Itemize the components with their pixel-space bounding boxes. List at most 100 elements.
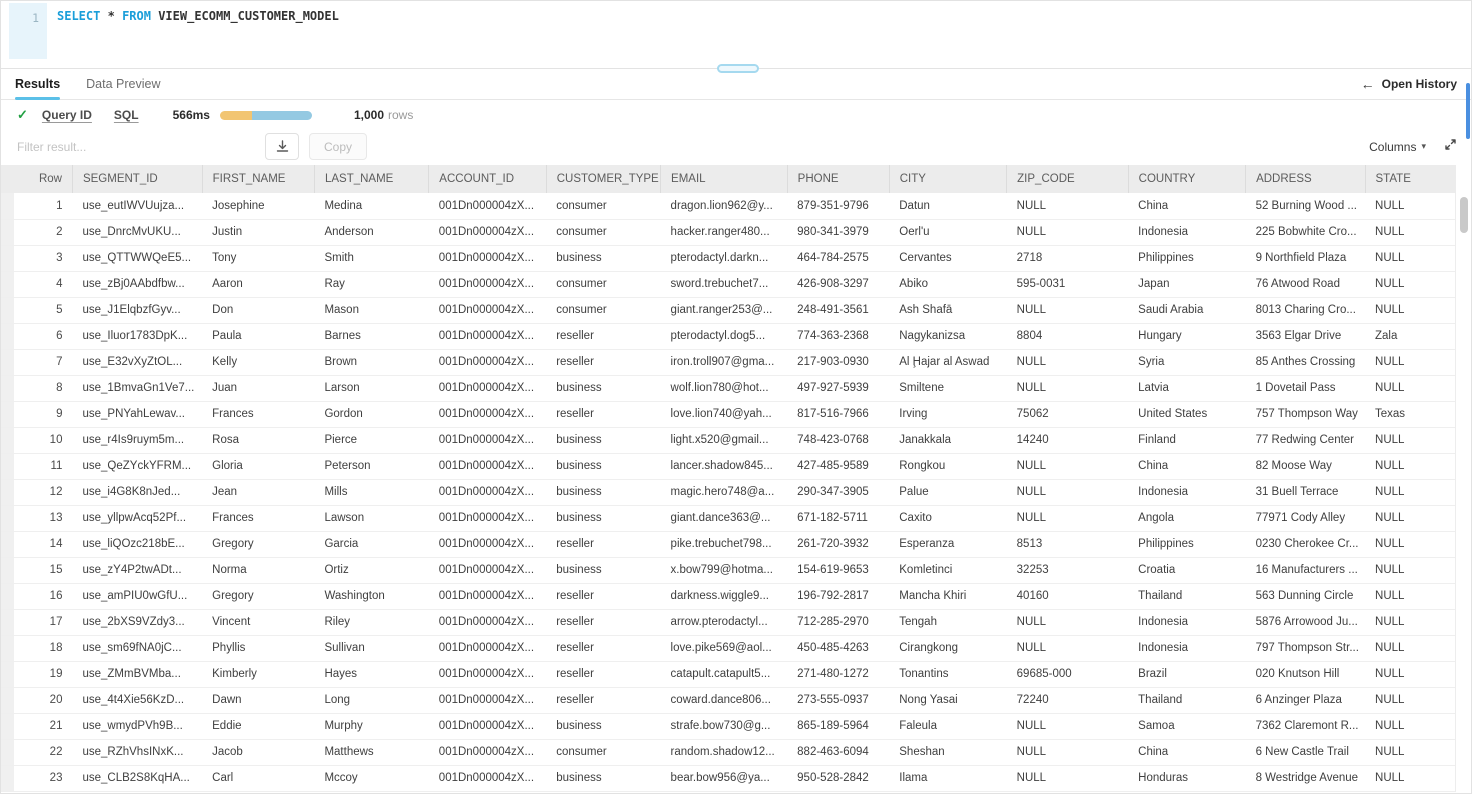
cell-country[interactable]: Syria [1128,349,1245,375]
cell-last_name[interactable]: Gordon [314,401,428,427]
cell-customer_type[interactable]: reseller [546,583,660,609]
cell-country[interactable]: China [1128,739,1245,765]
cell-customer_type[interactable]: reseller [546,687,660,713]
cell-country[interactable]: Finland [1128,427,1245,453]
cell-state[interactable]: NULL [1365,713,1456,739]
cell-zip_code[interactable]: NULL [1007,349,1129,375]
cell-address[interactable]: 563 Dunning Circle [1246,583,1365,609]
cell-customer_type[interactable]: business [546,479,660,505]
cell-first_name[interactable]: Dawn [202,687,314,713]
cell-country[interactable]: United States [1128,401,1245,427]
cell-phone[interactable]: 882-463-6094 [787,739,889,765]
cell-zip_code[interactable]: NULL [1007,479,1129,505]
cell-first_name[interactable]: Gloria [202,453,314,479]
cell-account_id[interactable]: 001Dn000004zX... [429,635,546,661]
cell-account_id[interactable]: 001Dn000004zX... [429,349,546,375]
cell-account_id[interactable]: 001Dn000004zX... [429,453,546,479]
cell-city[interactable]: Esperanza [889,531,1006,557]
cell-segment_id[interactable]: use_DnrcMvUKU... [72,219,202,245]
cell-last_name[interactable]: Riley [314,609,428,635]
cell-city[interactable]: Janakkala [889,427,1006,453]
cell-phone[interactable]: 271-480-1272 [787,661,889,687]
cell-country[interactable]: Thailand [1128,687,1245,713]
cell-customer_type[interactable]: business [546,505,660,531]
cell-zip_code[interactable]: NULL [1007,505,1129,531]
cell-state[interactable]: NULL [1365,219,1456,245]
table-row[interactable]: 11use_QeZYckYFRM...GloriaPeterson001Dn00… [1,453,1456,479]
cell-last_name[interactable]: Medina [314,193,428,219]
cell-phone[interactable]: 426-908-3297 [787,271,889,297]
cell-account_id[interactable]: 001Dn000004zX... [429,323,546,349]
cell-first_name[interactable]: Eddie [202,713,314,739]
cell-state[interactable]: NULL [1365,531,1456,557]
cell-zip_code[interactable]: NULL [1007,609,1129,635]
row-number[interactable]: 10 [1,427,72,453]
table-row[interactable]: 8use_1BmvaGn1Ve7...JuanLarson001Dn000004… [1,375,1456,401]
cell-last_name[interactable]: Washington [314,583,428,609]
cell-segment_id[interactable]: use_J1ElqbzfGyv... [72,297,202,323]
sql-editor[interactable]: 1 SELECT * FROM VIEW_ECOMM_CUSTOMER_MODE… [1,1,1471,68]
row-number[interactable]: 14 [1,531,72,557]
cell-city[interactable]: Al Ḩajar al Aswad [889,349,1006,375]
cell-phone[interactable]: 248-491-3561 [787,297,889,323]
cell-email[interactable]: sword.trebuchet7... [661,271,788,297]
cell-country[interactable]: Indonesia [1128,635,1245,661]
query-id-link[interactable]: Query ID [42,108,92,122]
cell-country[interactable]: China [1128,453,1245,479]
row-number[interactable]: 8 [1,375,72,401]
cell-email[interactable]: hacker.ranger480... [661,219,788,245]
cell-city[interactable]: Sheshan [889,739,1006,765]
cell-city[interactable]: Nong Yasai [889,687,1006,713]
cell-first_name[interactable]: Tony [202,245,314,271]
cell-first_name[interactable]: Frances [202,401,314,427]
cell-zip_code[interactable]: NULL [1007,635,1129,661]
column-header-phone[interactable]: PHONE [787,165,889,193]
cell-city[interactable]: Palue [889,479,1006,505]
cell-last_name[interactable]: Pierce [314,427,428,453]
cell-zip_code[interactable]: NULL [1007,765,1129,791]
cell-account_id[interactable]: 001Dn000004zX... [429,401,546,427]
cell-email[interactable]: giant.ranger253@... [661,297,788,323]
cell-state[interactable]: NULL [1365,765,1456,791]
column-header-country[interactable]: COUNTRY [1128,165,1245,193]
cell-city[interactable]: Mancha Khiri [889,583,1006,609]
column-header-row[interactable]: Row [1,165,72,193]
cell-state[interactable]: NULL [1365,375,1456,401]
table-row[interactable]: 4use_zBj0AAbdfbw...AaronRay001Dn000004zX… [1,271,1456,297]
row-number[interactable]: 21 [1,713,72,739]
cell-city[interactable]: Ash Shafā [889,297,1006,323]
cell-last_name[interactable]: Barnes [314,323,428,349]
cell-first_name[interactable]: Vincent [202,609,314,635]
cell-city[interactable]: Oerl'u [889,219,1006,245]
column-header-city[interactable]: CITY [889,165,1006,193]
cell-state[interactable]: NULL [1365,505,1456,531]
table-row[interactable]: 3use_QTTWWQeE5...TonySmith001Dn000004zX.… [1,245,1456,271]
open-history-button[interactable]: ← Open History [1361,76,1457,92]
cell-first_name[interactable]: Justin [202,219,314,245]
cell-account_id[interactable]: 001Dn000004zX... [429,583,546,609]
tab-data-preview[interactable]: Data Preview [86,69,160,100]
cell-email[interactable]: random.shadow12... [661,739,788,765]
download-results-button[interactable] [265,133,299,160]
cell-segment_id[interactable]: use_yllpwAcq52Pf... [72,505,202,531]
cell-account_id[interactable]: 001Dn000004zX... [429,609,546,635]
cell-address[interactable]: 5876 Arrowood Ju... [1246,609,1365,635]
cell-address[interactable]: 76 Atwood Road [1246,271,1365,297]
column-header-state[interactable]: STATE [1365,165,1456,193]
cell-last_name[interactable]: Smith [314,245,428,271]
cell-phone[interactable]: 450-485-4263 [787,635,889,661]
cell-first_name[interactable]: Kimberly [202,661,314,687]
cell-account_id[interactable]: 001Dn000004zX... [429,427,546,453]
cell-phone[interactable]: 497-927-5939 [787,375,889,401]
cell-first_name[interactable]: Phyllis [202,635,314,661]
cell-email[interactable]: bear.bow956@ya... [661,765,788,791]
cell-country[interactable]: Japan [1128,271,1245,297]
cell-phone[interactable]: 464-784-2575 [787,245,889,271]
cell-address[interactable]: 225 Bobwhite Cro... [1246,219,1365,245]
row-number[interactable]: 3 [1,245,72,271]
cell-phone[interactable]: 273-555-0937 [787,687,889,713]
cell-account_id[interactable]: 001Dn000004zX... [429,219,546,245]
cell-email[interactable]: strafe.bow730@g... [661,713,788,739]
cell-last_name[interactable]: Hayes [314,661,428,687]
table-row[interactable]: 14use_liQOzc218bE...GregoryGarcia001Dn00… [1,531,1456,557]
